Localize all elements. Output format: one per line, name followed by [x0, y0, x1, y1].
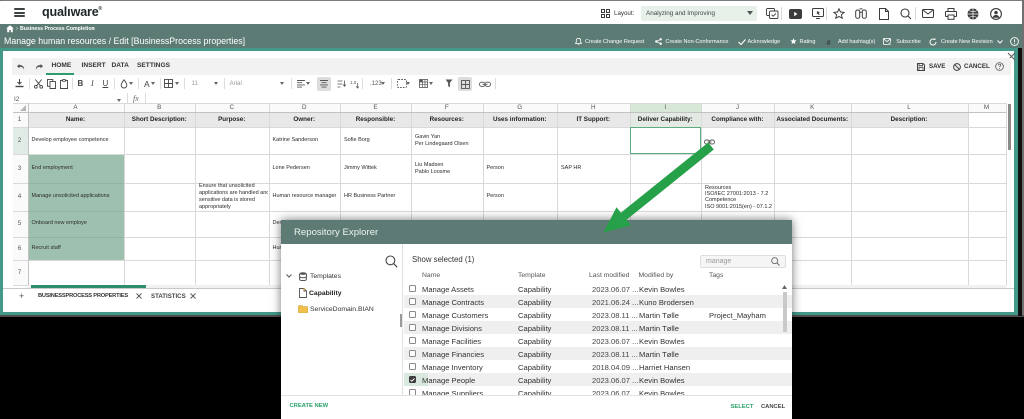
- svg-text:1.0: 1.0: [350, 80, 357, 85]
